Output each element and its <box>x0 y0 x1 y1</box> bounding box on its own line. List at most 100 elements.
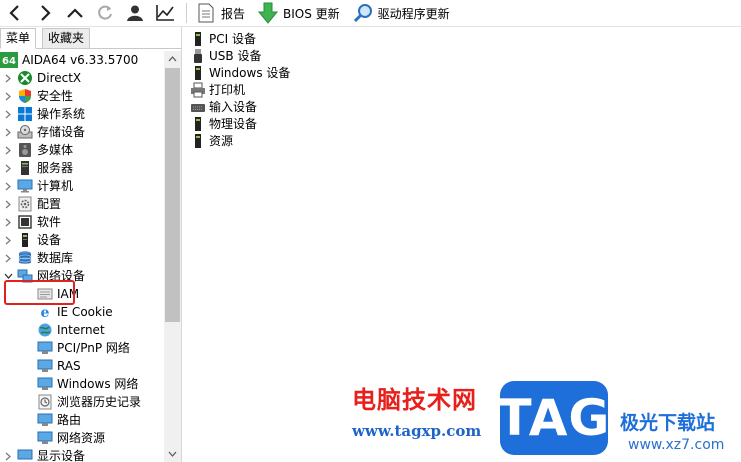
bios-update-button[interactable]: BIOS 更新 <box>257 0 346 27</box>
svg-text:e: e <box>41 305 50 320</box>
tree-item-display[interactable]: 显示设备 <box>0 447 164 462</box>
expand-chevron-icon[interactable] <box>2 195 14 213</box>
panel-tabs: 菜单 收藏夹 <box>0 27 181 49</box>
tree-item-software[interactable]: 软件 <box>0 213 164 231</box>
pci-network-icon <box>37 340 53 356</box>
report-label: 报告 <box>221 6 246 21</box>
expand-chevron-icon[interactable] <box>2 177 14 195</box>
software-icon <box>17 214 33 230</box>
tree-item-route[interactable]: 路由 <box>0 411 164 429</box>
tab-favorites[interactable]: 收藏夹 <box>42 28 91 48</box>
tree-item-label: Internet <box>57 323 105 337</box>
tree-item-multimedia[interactable]: 多媒体 <box>0 141 164 159</box>
expand-chevron-icon[interactable] <box>2 231 14 249</box>
list-item-label: PCI 设备 <box>209 32 256 46</box>
forward-button[interactable] <box>30 0 60 27</box>
tree-item-label: RAS <box>57 359 81 373</box>
expand-chevron-icon[interactable] <box>2 249 14 267</box>
device-icon <box>17 232 33 248</box>
tree-item-label: 浏览器历史记录 <box>57 395 142 409</box>
tree-item-server[interactable]: 服务器 <box>0 159 164 177</box>
tree-item-computer[interactable]: 计算机 <box>0 177 164 195</box>
tree-item-pci-network[interactable]: PCI/PnP 网络 <box>0 339 164 357</box>
tab-menu[interactable]: 菜单 <box>0 28 37 49</box>
list-item-pci-device[interactable]: PCI 设备 <box>190 30 290 47</box>
expand-chevron-icon[interactable] <box>2 159 14 177</box>
list-item-input-device[interactable]: 输入设备 <box>190 98 290 115</box>
expand-chevron-icon[interactable] <box>2 213 14 231</box>
tree-item-security[interactable]: 安全性 <box>0 87 164 105</box>
ras-icon <box>37 358 53 374</box>
shield-icon <box>17 88 33 104</box>
expand-chevron-icon[interactable] <box>2 105 14 123</box>
arrow-up-icon <box>168 56 177 62</box>
refresh-icon <box>98 5 112 20</box>
report-button[interactable]: 报告 <box>195 0 251 27</box>
windows-device-icon <box>190 65 206 81</box>
list-item-label: USB 设备 <box>209 49 262 63</box>
back-button[interactable] <box>0 0 30 27</box>
tree-item-network-resource[interactable]: 网络资源 <box>0 429 164 447</box>
expand-chevron-icon[interactable] <box>2 447 14 462</box>
tree-item-config[interactable]: 配置 <box>0 195 164 213</box>
driver-update-label: 驱动程序更新 <box>377 6 450 21</box>
tree-item-browser-history[interactable]: 浏览器历史记录 <box>0 393 164 411</box>
scroll-thumb[interactable] <box>165 68 180 322</box>
chart-button[interactable] <box>150 0 180 27</box>
user-icon <box>127 5 143 21</box>
network-resource-icon <box>37 430 53 446</box>
network-icon <box>17 268 33 284</box>
list-item-label: 打印机 <box>209 83 246 97</box>
watermark-logo-text: TAG <box>497 389 611 447</box>
tree-item-network[interactable]: 网络设备 <box>0 267 164 285</box>
route-icon <box>37 412 53 428</box>
usb-icon <box>190 48 206 64</box>
tree-item-storage[interactable]: 存储设备 <box>0 123 164 141</box>
tree-item-internet[interactable]: Internet <box>0 321 164 339</box>
list-item-physical-device[interactable]: 物理设备 <box>190 115 290 132</box>
tree-item-iam[interactable]: IAM <box>0 285 164 303</box>
up-button[interactable] <box>60 0 90 27</box>
tree-item-database[interactable]: 数据库 <box>0 249 164 267</box>
storage-icon <box>17 124 33 140</box>
expand-chevron-icon[interactable] <box>2 141 14 159</box>
tree-item-label: 网络资源 <box>57 431 106 445</box>
tree-item-devices[interactable]: 设备 <box>0 231 164 249</box>
database-icon <box>17 250 33 266</box>
line-chart-icon <box>156 5 174 21</box>
toolbar-separator <box>186 3 187 23</box>
config-icon <box>17 196 33 212</box>
list-item-printer[interactable]: 打印机 <box>190 81 290 98</box>
expand-chevron-icon[interactable] <box>2 123 14 141</box>
watermark-logo: TAG <box>497 381 611 455</box>
tree-item-directx[interactable]: DirectX <box>0 69 164 87</box>
input-device-icon <box>190 99 206 115</box>
navigation-panel: 菜单 收藏夹 64 AIDA64 v6.33.5700 DirectX 安全性 … <box>0 27 182 462</box>
expand-chevron-icon[interactable] <box>2 87 14 105</box>
watermark-site-url: www.xz7.com <box>628 437 725 453</box>
watermark-text: 电脑技术网 <box>352 386 477 414</box>
user-button[interactable] <box>120 0 150 27</box>
scroll-up-button[interactable] <box>164 51 181 67</box>
tree-item-label: 显示设备 <box>37 449 86 462</box>
list-item-usb-device[interactable]: USB 设备 <box>190 47 290 64</box>
internet-icon <box>37 322 53 338</box>
tree-item-os[interactable]: 操作系统 <box>0 105 164 123</box>
tree-item-ie-cookie[interactable]: e IE Cookie <box>0 303 164 321</box>
tree-item-label: 数据库 <box>37 251 74 265</box>
tree-root[interactable]: 64 AIDA64 v6.33.5700 <box>0 51 164 69</box>
collapse-chevron-icon[interactable] <box>2 267 14 285</box>
tree-item-windows-network[interactable]: Windows 网络 <box>0 375 164 393</box>
driver-update-button[interactable]: 驱动程序更新 <box>352 0 456 27</box>
tree-item-ras[interactable]: RAS <box>0 357 164 375</box>
refresh-button[interactable] <box>90 0 120 27</box>
expand-chevron-icon[interactable] <box>2 69 14 87</box>
tree-scrollbar[interactable] <box>164 51 181 462</box>
report-icon <box>195 2 217 24</box>
iam-icon <box>37 286 53 302</box>
arrow-down-icon <box>168 451 177 457</box>
list-item-resource[interactable]: 资源 <box>190 132 290 149</box>
scroll-down-button[interactable] <box>164 446 181 462</box>
list-item-windows-device[interactable]: Windows 设备 <box>190 64 290 81</box>
navigation-tree: 64 AIDA64 v6.33.5700 DirectX 安全性 操作系统 存储… <box>0 51 164 462</box>
